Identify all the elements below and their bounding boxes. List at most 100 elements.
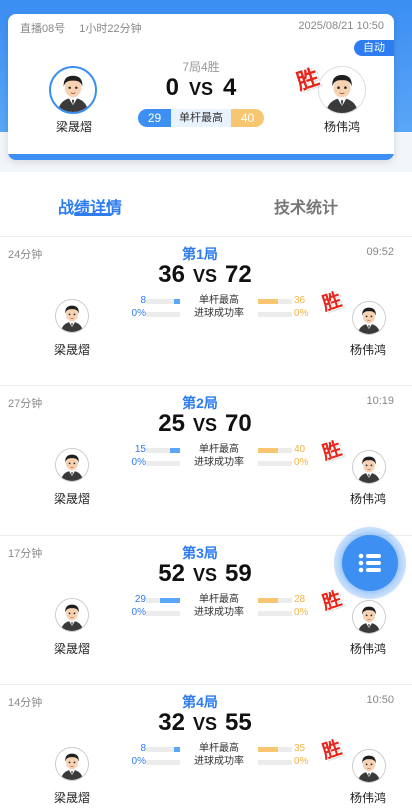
round-duration: 17分钟: [8, 548, 43, 560]
match-summary-card: 直播08号 1小时22分钟 2025/08/21 10:50 自动 梁晟熠 7局4…: [8, 14, 394, 160]
left-high-break-value: 15: [134, 444, 146, 455]
round-right-score: 70: [225, 410, 252, 437]
left-high-break: 29: [138, 109, 171, 127]
right-pot-rate-value: 0%: [294, 607, 309, 618]
round-left-name: 梁晟熠: [53, 343, 90, 357]
right-pot-rate-bar: [258, 611, 292, 616]
round-left-score: 32: [158, 709, 185, 736]
tab-technical-stats[interactable]: 技术统计: [274, 194, 338, 218]
round-win-stamp: 胜: [319, 437, 345, 465]
right-high-break-value: 35: [294, 743, 306, 754]
vs-label: VS: [192, 266, 217, 286]
left-high-break-value: 29: [134, 594, 146, 605]
round-score: 32 VS 55: [130, 709, 280, 737]
pot-rate-label: 进球成功率: [194, 756, 244, 767]
right-high-break: 40: [231, 109, 264, 127]
vs-label: VS: [192, 714, 217, 734]
left-score: 0: [165, 74, 179, 101]
match-format: 7局4胜: [182, 60, 220, 74]
round-end-time: 10:50: [366, 694, 394, 706]
left-pot-rate-value: 0%: [131, 607, 146, 618]
pot-rate-stat: 0% 进球成功率 0%: [126, 607, 312, 619]
round-left-name: 梁晟熠: [53, 642, 90, 656]
round-right-avatar[interactable]: [352, 600, 386, 634]
match-meta: 直播08号 1小时22分钟: [20, 20, 142, 36]
right-high-break-value: 40: [294, 444, 306, 455]
right-pot-rate-bar: [258, 461, 292, 466]
vs-label: VS: [192, 565, 217, 585]
round-right-name: 杨伟鸿: [349, 791, 386, 805]
round-right-name: 杨伟鸿: [349, 343, 386, 357]
duration-label: 1小时22分钟: [79, 23, 142, 35]
right-pot-rate-value: 0%: [294, 756, 309, 767]
left-pot-rate-value: 0%: [131, 756, 146, 767]
pot-rate-stat: 0% 进球成功率 0%: [126, 308, 312, 320]
pot-rate-stat: 0% 进球成功率 0%: [126, 756, 312, 768]
round-right-name: 杨伟鸿: [349, 492, 386, 506]
round-duration: 14分钟: [8, 697, 43, 709]
high-break-stat: 8 单杆最高 35: [126, 743, 312, 755]
left-pot-rate-bar: [146, 760, 180, 765]
round-right-avatar[interactable]: [352, 749, 386, 783]
menu-fab-button[interactable]: [342, 535, 398, 591]
menu-fab[interactable]: [334, 527, 406, 599]
high-break-label: 单杆最高: [199, 743, 239, 754]
right-pot-rate-value: 0%: [294, 457, 309, 468]
left-player-avatar[interactable]: [49, 66, 97, 114]
round-end-time: 09:52: [366, 246, 394, 258]
right-high-break-bar: [258, 598, 292, 603]
left-player-name: 梁晟熠: [55, 120, 92, 134]
left-high-break-value: 8: [140, 743, 146, 754]
round-score: 25 VS 70: [130, 410, 280, 438]
round-left-avatar[interactable]: [55, 598, 89, 632]
match-score: 0 VS 4: [136, 74, 266, 102]
round-end-time: 10:19: [366, 395, 394, 407]
high-break-stat: 8 单杆最高 36: [126, 295, 312, 307]
right-pot-rate-value: 0%: [294, 308, 309, 319]
room-label: 直播08号: [20, 23, 66, 35]
pot-rate-label: 进球成功率: [194, 457, 244, 468]
round-left-name: 梁晟熠: [53, 791, 90, 805]
round-card[interactable]: 27分钟 第2局 10:19 25 VS 70 15 单杆最高 40 0% 进球成功率 0% 梁晟熠 杨伟…: [0, 385, 412, 533]
win-stamp: 胜: [293, 65, 323, 96]
pot-rate-stat: 0% 进球成功率 0%: [126, 457, 312, 469]
pot-rate-label: 进球成功率: [194, 308, 244, 319]
left-high-break-bar: [146, 448, 180, 453]
high-break-stat: 29 单杆最高 28: [126, 594, 312, 606]
right-pot-rate-bar: [258, 760, 292, 765]
right-high-break-bar: [258, 448, 292, 453]
pot-rate-label: 进球成功率: [194, 607, 244, 618]
left-high-break-bar: [146, 299, 180, 304]
high-break-label: 单杆最高: [199, 444, 239, 455]
list-icon: [358, 553, 381, 573]
round-win-stamp: 胜: [319, 288, 345, 316]
right-player-avatar[interactable]: [318, 66, 366, 114]
vs-label: VS: [192, 415, 217, 435]
left-pot-rate-bar: [146, 312, 180, 317]
round-right-avatar[interactable]: [352, 301, 386, 335]
round-score: 52 VS 59: [130, 560, 280, 588]
right-high-break-bar: [258, 299, 292, 304]
vs-label: VS: [188, 79, 213, 99]
round-left-avatar[interactable]: [55, 747, 89, 781]
round-left-avatar[interactable]: [55, 448, 89, 482]
tab-bar: 战绩详情 技术统计: [0, 172, 412, 232]
left-high-break-value: 8: [140, 295, 146, 306]
left-high-break-bar: [146, 747, 180, 752]
round-card[interactable]: 24分钟 第1局 09:52 36 VS 72 8 单杆最高 36 0% 进球成功率 0% 梁晟熠 杨伟鸿…: [0, 236, 412, 384]
round-left-score: 52: [158, 560, 185, 587]
high-break-stat: 15 单杆最高 40: [126, 444, 312, 456]
round-left-avatar[interactable]: [55, 299, 89, 333]
left-high-break-bar: [146, 598, 180, 603]
right-high-break-value: 28: [294, 594, 306, 605]
round-right-avatar[interactable]: [352, 450, 386, 484]
match-datetime: 2025/08/21 10:50: [298, 20, 384, 32]
round-left-score: 25: [158, 410, 185, 437]
round-right-name: 杨伟鸿: [349, 642, 386, 656]
right-high-break-bar: [258, 747, 292, 752]
high-break-comparison: 29 单杆最高 40: [138, 109, 264, 127]
auto-badge[interactable]: 自动: [354, 40, 394, 56]
round-card[interactable]: 14分钟 第4局 10:50 32 VS 55 8 单杆最高 35 0% 进球成功率 0% 梁晟熠 杨伟鸿…: [0, 684, 412, 808]
round-win-stamp: 胜: [319, 587, 345, 615]
round-left-name: 梁晟熠: [53, 492, 90, 506]
